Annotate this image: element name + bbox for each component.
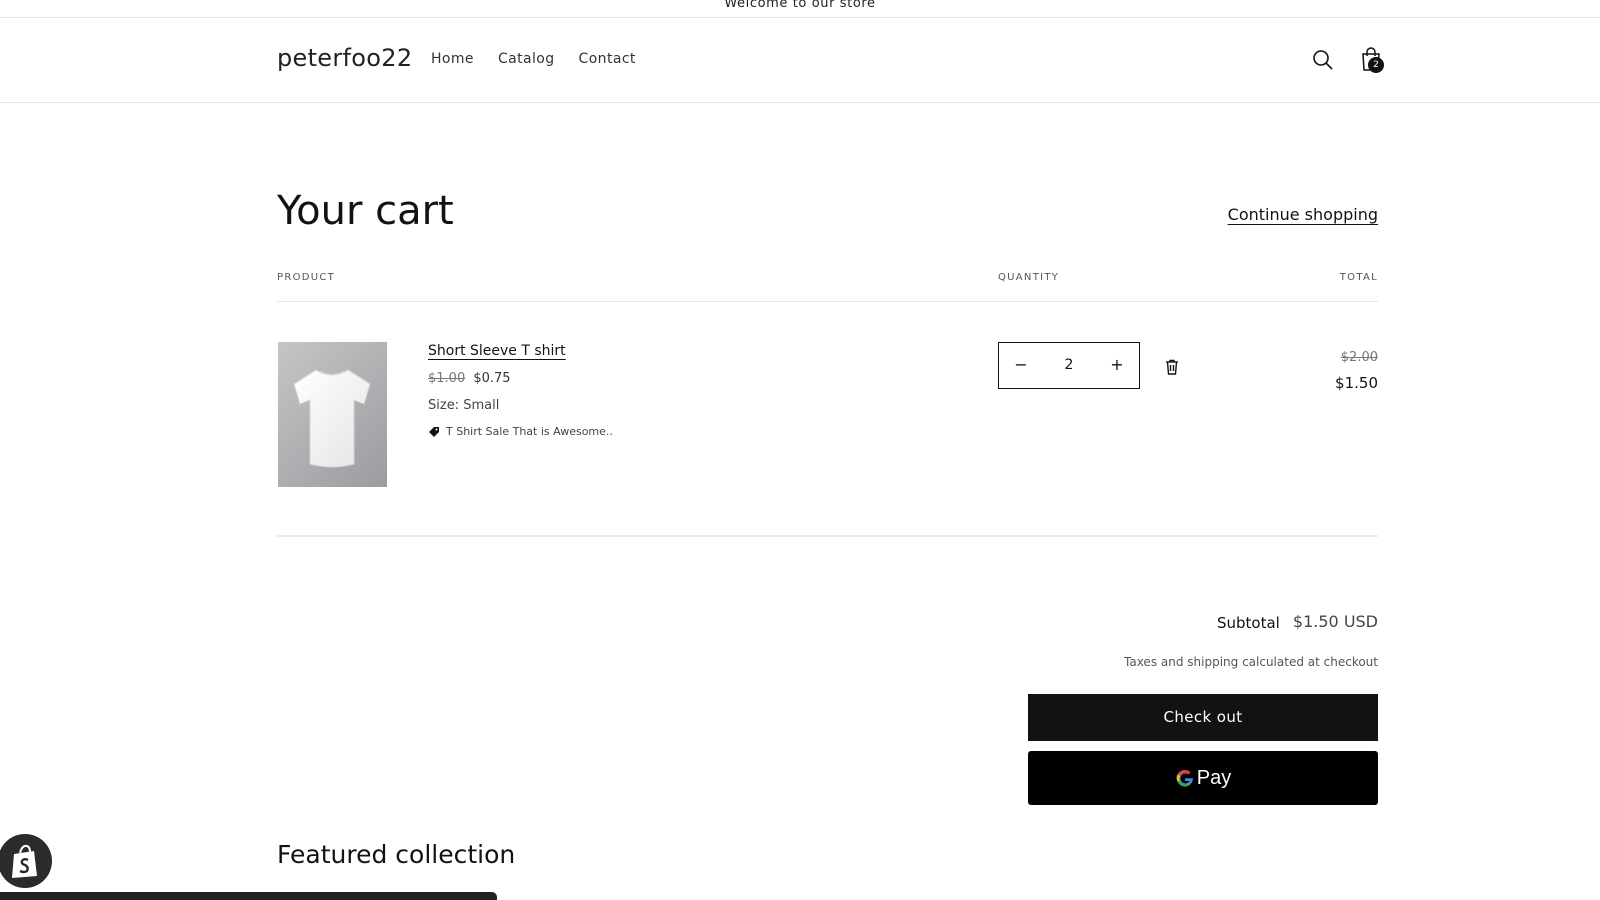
checkout-button[interactable]: Check out (1028, 694, 1378, 741)
announcement-bar: Welcome to our store (0, 0, 1600, 18)
quantity-stepper: − 2 + (998, 342, 1140, 389)
column-header-quantity: QUANTITY (998, 272, 1060, 283)
shopify-badge[interactable] (0, 834, 52, 888)
tshirt-image-icon (293, 369, 371, 468)
continue-shopping-link[interactable]: Continue shopping (1228, 205, 1378, 224)
tax-note: Taxes and shipping calculated at checkou… (1124, 655, 1378, 669)
tag-icon (429, 426, 439, 437)
featured-collection-title: Featured collection (277, 840, 516, 869)
cart-count-badge: 2 (1368, 57, 1384, 73)
header-divider (277, 301, 1378, 302)
trash-icon[interactable] (1165, 359, 1179, 375)
page-title: Your cart (277, 188, 454, 234)
quantity-input[interactable]: 2 (1039, 343, 1099, 388)
items-divider (277, 535, 1378, 537)
product-name-link[interactable]: Short Sleeve T shirt (428, 343, 566, 359)
subtotal-label: Subtotal (1217, 614, 1280, 632)
product-option: Size: Small (428, 398, 500, 413)
discount-line: T Shirt Sale That is Awesome.. (428, 425, 613, 438)
main-nav: Home Catalog Contact (431, 51, 636, 67)
product-image[interactable] (278, 342, 387, 487)
discount-text: T Shirt Sale That is Awesome.. (446, 425, 613, 438)
store-logo[interactable]: peterfoo22 (277, 44, 412, 72)
nav-contact[interactable]: Contact (579, 51, 636, 67)
product-price: $1.00 $0.75 (428, 371, 511, 386)
sale-price: $0.75 (473, 371, 511, 386)
subtotal-value: $1.50 USD (1292, 612, 1378, 631)
compare-price: $1.00 (428, 371, 466, 386)
line-total: $1.50 (1335, 374, 1378, 392)
google-pay-button[interactable]: Pay (1028, 751, 1378, 805)
nav-catalog[interactable]: Catalog (498, 51, 555, 67)
column-header-product: PRODUCT (277, 272, 336, 283)
google-pay-label: Pay (1196, 766, 1232, 789)
search-icon[interactable] (1311, 48, 1335, 72)
line-total-compare: $2.00 (1340, 350, 1378, 365)
nav-home[interactable]: Home (431, 51, 474, 67)
column-header-total: TOTAL (1339, 272, 1378, 283)
announcement-text: Welcome to our store (724, 0, 876, 11)
quantity-decrease-button[interactable]: − (1011, 355, 1031, 375)
shopify-bag-icon (12, 844, 37, 878)
quantity-increase-button[interactable]: + (1107, 355, 1127, 375)
google-g-icon (1176, 769, 1193, 787)
site-header: peterfoo22 Home Catalog Contact 2 (0, 18, 1600, 103)
link-preview-tooltip (0, 892, 497, 900)
